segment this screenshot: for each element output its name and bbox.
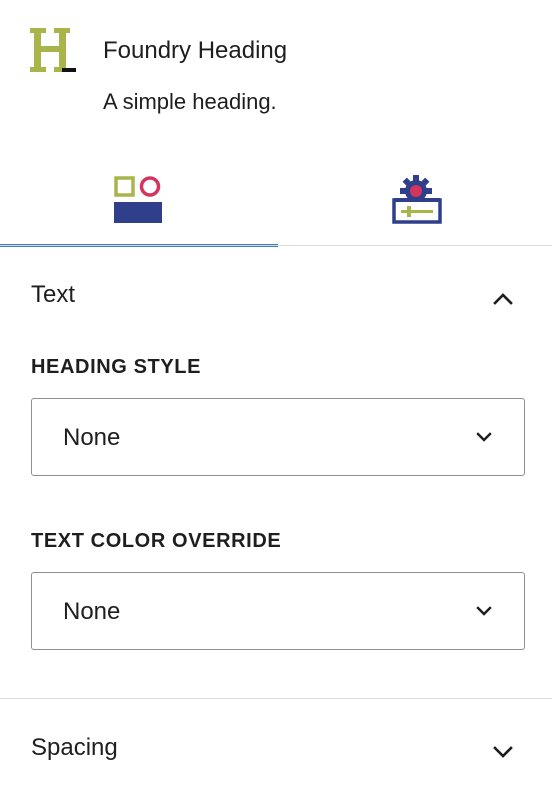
heading-style-value: None	[63, 424, 121, 451]
text-color-override-select[interactable]: None	[31, 572, 525, 650]
block-title: Foundry Heading	[103, 37, 288, 64]
block-card: Foundry Heading A simple heading.	[0, 0, 552, 140]
spacing-panel-title: Spacing	[31, 734, 118, 761]
heading-h-icon	[30, 28, 76, 72]
heading-style-label: HEADING STYLE	[31, 356, 202, 378]
text-color-override-value: None	[63, 598, 121, 625]
styles-tab[interactable]	[0, 155, 278, 247]
gear-settings-icon	[392, 175, 442, 224]
text-color-override-label: TEXT COLOR OVERRIDE	[31, 530, 282, 552]
chevron-up-icon	[493, 293, 513, 305]
text-panel-title: Text	[31, 281, 76, 308]
text-panel-toggle[interactable]: Text	[0, 264, 552, 324]
heading-style-select[interactable]: None	[31, 398, 525, 476]
chevron-down-icon	[493, 746, 513, 758]
section-divider	[0, 698, 552, 699]
settings-tab[interactable]	[278, 155, 552, 247]
tabs-divider	[0, 245, 552, 246]
chevron-down-icon	[476, 432, 492, 442]
spacing-panel-toggle[interactable]: Spacing	[0, 717, 552, 777]
chevron-down-icon	[476, 606, 492, 616]
shapes-styles-icon	[114, 176, 162, 223]
block-description: A simple heading.	[103, 89, 277, 114]
inspector-tabs	[0, 155, 552, 247]
